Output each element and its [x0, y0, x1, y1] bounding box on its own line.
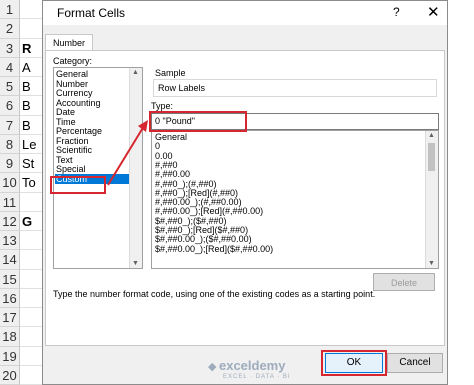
logo-icon: ◆ — [208, 361, 217, 373]
watermark: ◆ exceldemy EXCEL · DATA · BI — [208, 358, 290, 380]
watermark-tagline: EXCEL · DATA · BI — [223, 374, 291, 380]
annotation-arrow — [107, 120, 148, 186]
watermark-name: exceldemy — [218, 358, 286, 373]
